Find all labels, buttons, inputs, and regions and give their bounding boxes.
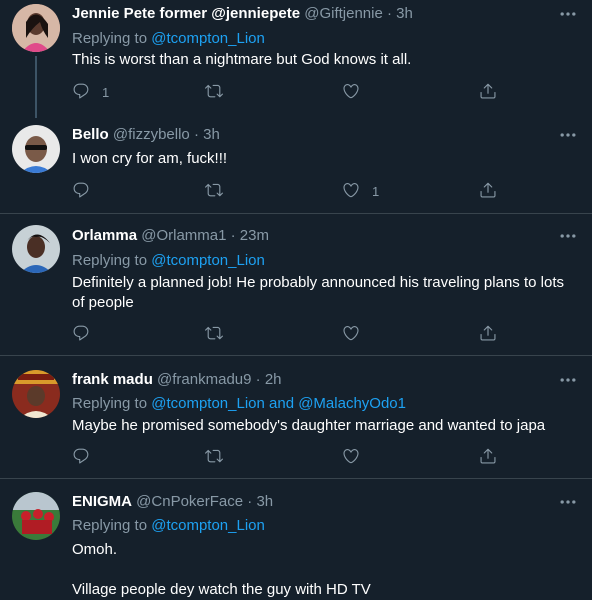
retweet-button[interactable] xyxy=(205,82,235,102)
user-handle[interactable]: @Orlamma1 xyxy=(141,227,226,244)
like-icon xyxy=(342,82,360,103)
tweet-header: Bello @fizzybello · 3h xyxy=(72,125,220,145)
retweet-button[interactable] xyxy=(205,447,223,467)
more-icon[interactable] xyxy=(558,370,578,390)
reply-button[interactable]: 1 xyxy=(72,82,109,102)
replying-to-link[interactable]: @tcompton_Lion xyxy=(151,517,265,534)
tweet[interactable]: Bello @fizzybello · 3h I won cry for am,… xyxy=(0,116,592,213)
avatar[interactable] xyxy=(12,492,60,540)
user-handle[interactable]: @CnPokerFace xyxy=(136,493,243,510)
reply-icon xyxy=(72,447,90,468)
more-icon[interactable] xyxy=(558,226,578,246)
like-icon xyxy=(342,324,360,345)
like-button[interactable]: 1 xyxy=(342,181,379,201)
share-icon xyxy=(479,447,497,468)
share-button[interactable] xyxy=(479,82,497,102)
replying-to-prefix: Replying to xyxy=(72,30,152,47)
like-button[interactable] xyxy=(342,82,372,102)
tweet-header: ENIGMA @CnPokerFace · 3h xyxy=(72,492,273,512)
retweet-button[interactable] xyxy=(205,324,223,344)
display-name[interactable]: ENIGMA xyxy=(72,493,132,510)
replying-to: Replying to @tcompton_Lion xyxy=(72,516,265,536)
share-icon xyxy=(479,82,497,103)
thread-line xyxy=(35,56,37,118)
more-icon[interactable] xyxy=(558,125,578,145)
retweet-icon xyxy=(205,82,223,103)
tweet[interactable]: Orlamma @Orlamma1 · 23m Replying to @tco… xyxy=(0,214,592,355)
tweet-actions: 1 xyxy=(72,181,502,201)
like-count: 1 xyxy=(372,183,380,199)
replying-to: Replying to @tcompton_Lion xyxy=(72,29,265,49)
like-icon xyxy=(342,447,360,468)
replying-to-prefix: Replying to xyxy=(72,252,152,269)
tweet[interactable]: ENIGMA @CnPokerFace · 3h Replying to @tc… xyxy=(0,479,592,600)
like-button[interactable] xyxy=(342,447,360,467)
tweet-text: This is worst than a nightmare but God k… xyxy=(72,51,412,68)
tweet-text: I won cry for am, fuck!!! xyxy=(72,150,228,167)
timestamp[interactable]: · 3h xyxy=(387,5,413,22)
user-handle[interactable]: @Giftjennie xyxy=(304,5,383,22)
timestamp[interactable]: · 3h xyxy=(247,493,273,510)
tweet-text: Definitely a planned job! He probably an… xyxy=(72,274,564,311)
more-icon[interactable] xyxy=(558,492,578,512)
reply-icon xyxy=(72,324,90,345)
tweet[interactable]: frank madu @frankmadu9 · 2h Replying to … xyxy=(0,356,592,478)
retweet-icon xyxy=(205,447,223,468)
share-button[interactable] xyxy=(479,181,497,201)
tweet-header: Jennie Pete former @jenniepete @Giftjenn… xyxy=(72,4,413,24)
retweet-button[interactable] xyxy=(205,181,235,201)
share-button[interactable] xyxy=(479,447,497,467)
display-name[interactable]: frank madu xyxy=(72,371,153,388)
avatar[interactable] xyxy=(12,125,60,173)
tweet-text: Maybe he promised somebody's daughter ma… xyxy=(72,417,546,434)
reply-button[interactable] xyxy=(72,324,90,344)
timestamp[interactable]: · 3h xyxy=(194,126,220,143)
user-handle[interactable]: @frankmadu9 xyxy=(157,371,251,388)
avatar[interactable] xyxy=(12,370,60,418)
tweet-actions xyxy=(72,324,502,344)
replying-to-prefix: Replying to xyxy=(72,517,152,534)
display-name[interactable]: Bello xyxy=(72,126,109,143)
tweet-header: frank madu @frankmadu9 · 2h xyxy=(72,370,282,390)
display-name[interactable]: Orlamma xyxy=(72,227,137,244)
reply-icon xyxy=(72,82,90,103)
replying-to-link[interactable]: @tcompton_Lion xyxy=(151,30,265,47)
replying-to: Replying to @tcompton_Lion xyxy=(72,251,265,271)
retweet-icon xyxy=(205,324,223,345)
timestamp[interactable]: · 23m xyxy=(231,227,269,244)
share-icon xyxy=(479,181,497,202)
display-name[interactable]: Jennie Pete former @jenniepete xyxy=(72,5,300,22)
tweet-actions xyxy=(72,447,502,467)
tweet[interactable]: Jennie Pete former @jenniepete @Giftjenn… xyxy=(0,0,592,118)
more-icon[interactable] xyxy=(558,4,578,24)
reply-button[interactable] xyxy=(72,447,90,467)
like-button[interactable] xyxy=(342,324,360,344)
share-icon xyxy=(479,324,497,345)
avatar[interactable] xyxy=(12,4,60,52)
share-button[interactable] xyxy=(479,324,497,344)
tweet-header: Orlamma @Orlamma1 · 23m xyxy=(72,226,269,246)
replying-to-prefix: Replying to xyxy=(72,395,152,412)
retweet-icon xyxy=(205,181,223,202)
avatar[interactable] xyxy=(12,225,60,273)
reply-count: 1 xyxy=(102,84,110,100)
replying-to-link[interactable]: @tcompton_Lion xyxy=(151,252,265,269)
timestamp[interactable]: · 2h xyxy=(256,371,282,388)
replying-to-link[interactable]: @tcompton_Lion and @MalachyOdo1 xyxy=(151,395,406,412)
tweet-actions: 1 xyxy=(72,82,502,102)
user-handle[interactable]: @fizzybello xyxy=(113,126,190,143)
reply-button[interactable] xyxy=(72,181,102,201)
reply-icon xyxy=(72,181,90,202)
tweet-text-line: Omoh. xyxy=(72,541,118,558)
replying-to: Replying to @tcompton_Lion and @MalachyO… xyxy=(72,394,406,414)
like-icon xyxy=(342,181,360,202)
tweet-text-line: Village people dey watch the guy with HD… xyxy=(72,581,371,598)
